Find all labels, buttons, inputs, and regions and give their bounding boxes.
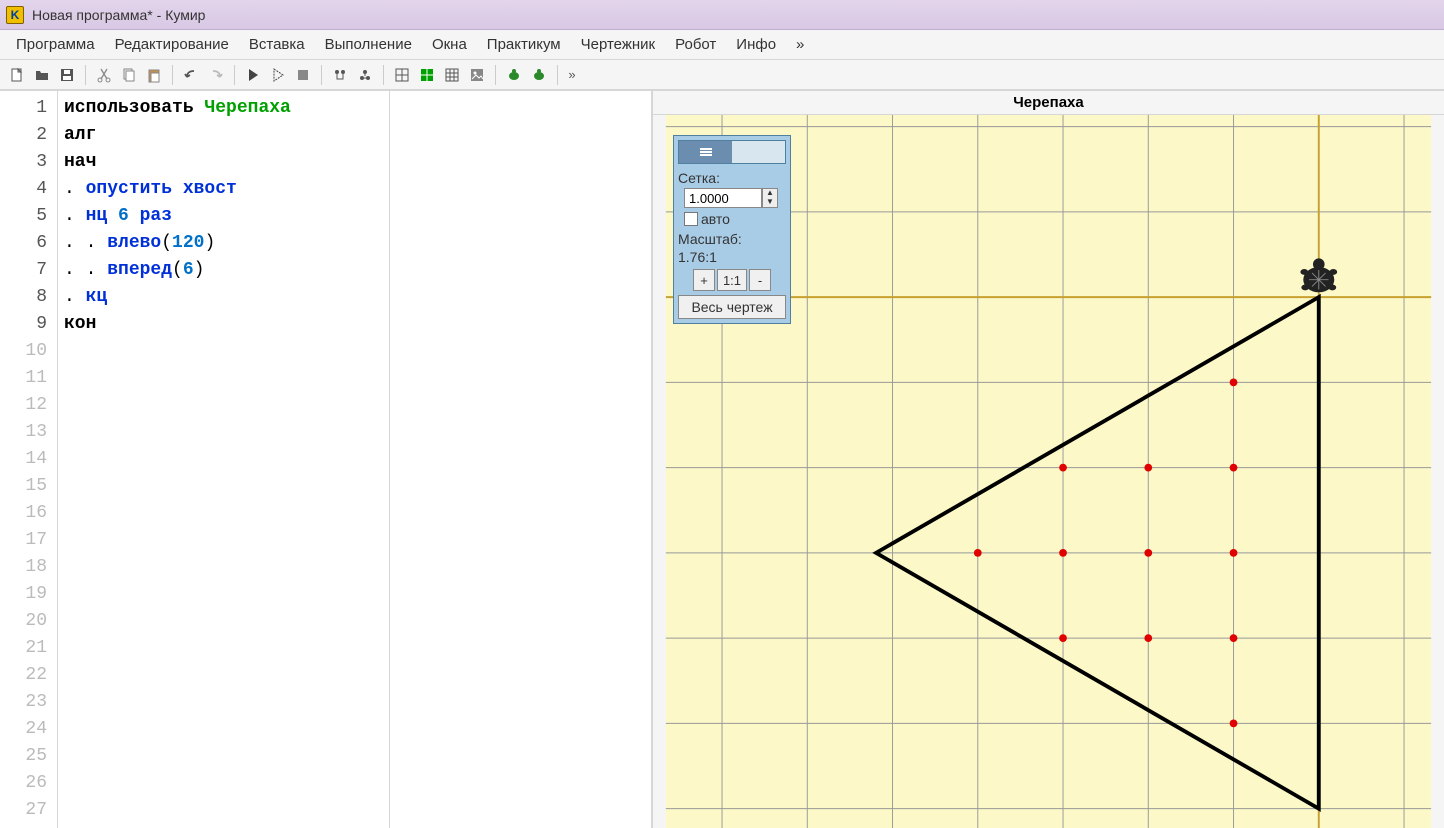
menu-item[interactable]: Робот — [665, 30, 726, 59]
menu-item[interactable]: Инфо — [726, 30, 786, 59]
scale-value: 1.76:1 — [678, 249, 786, 265]
fit-all-button[interactable]: Весь чертеж — [678, 295, 786, 319]
paste-button[interactable] — [143, 64, 165, 86]
grid-label: Сетка: — [678, 170, 786, 186]
turtle-pane: Черепаха Сетка: ▲ ▼ авто — [652, 90, 1444, 828]
menu-item[interactable]: Чертежник — [571, 30, 666, 59]
editor-pane: 1234567891011121314151617181920212223242… — [0, 90, 652, 828]
menu-item[interactable]: Окна — [422, 30, 477, 59]
turtle-title: Черепаха — [653, 91, 1444, 115]
save-file-button[interactable] — [56, 64, 78, 86]
stop-button[interactable] — [292, 64, 314, 86]
code-area[interactable]: использовать Черепахаалгнач. опустить хв… — [58, 91, 389, 828]
menu-item[interactable]: Выполнение — [315, 30, 422, 59]
window-title: Новая программа* - Кумир — [32, 7, 205, 23]
grid-spin-down[interactable]: ▼ — [763, 198, 777, 207]
step-button[interactable] — [267, 64, 289, 86]
menu-item[interactable]: Практикум — [477, 30, 571, 59]
panel-tab-alt[interactable] — [732, 141, 785, 163]
auto-grid-checkbox[interactable] — [684, 212, 698, 226]
menu-item[interactable]: Вставка — [239, 30, 315, 59]
turtle-canvas-wrap: Сетка: ▲ ▼ авто Масштаб: 1.76:1 + 1:1 — [653, 115, 1444, 828]
tool-b-button[interactable] — [354, 64, 376, 86]
panel-tab-menu[interactable] — [679, 141, 732, 163]
toolbar-more-button[interactable]: » — [565, 64, 579, 86]
menu-item[interactable]: Программа — [6, 30, 105, 59]
menu-item[interactable]: » — [786, 30, 814, 59]
auto-grid-label: авто — [701, 211, 730, 227]
titlebar: K Новая программа* - Кумир — [0, 0, 1444, 30]
redo-button[interactable] — [205, 64, 227, 86]
turtle2-button[interactable] — [528, 64, 550, 86]
zoom-in-button[interactable]: + — [693, 269, 715, 291]
code-editor[interactable]: 1234567891011121314151617181920212223242… — [0, 91, 390, 828]
open-file-button[interactable] — [31, 64, 53, 86]
zoom-out-button[interactable]: - — [749, 269, 771, 291]
run-button[interactable] — [242, 64, 264, 86]
grid1-button[interactable] — [391, 64, 413, 86]
zoom-reset-button[interactable]: 1:1 — [717, 269, 747, 291]
tool-a-button[interactable] — [329, 64, 351, 86]
grid2-button[interactable] — [416, 64, 438, 86]
content: 1234567891011121314151617181920212223242… — [0, 90, 1444, 828]
scale-label: Масштаб: — [678, 231, 786, 247]
img-button[interactable] — [466, 64, 488, 86]
turtle-control-panel[interactable]: Сетка: ▲ ▼ авто Масштаб: 1.76:1 + 1:1 — [673, 135, 791, 324]
copy-button[interactable] — [118, 64, 140, 86]
grid-size-input[interactable] — [684, 188, 762, 208]
editor-right-split — [390, 91, 651, 828]
turtle1-button[interactable] — [503, 64, 525, 86]
menu-item[interactable]: Редактирование — [105, 30, 239, 59]
new-file-button[interactable] — [6, 64, 28, 86]
grid3-button[interactable] — [441, 64, 463, 86]
line-gutter: 1234567891011121314151617181920212223242… — [0, 91, 58, 828]
menubar: ПрограммаРедактированиеВставкаВыполнение… — [0, 30, 1444, 60]
cut-button[interactable] — [93, 64, 115, 86]
app-icon: K — [6, 6, 24, 24]
toolbar: » — [0, 60, 1444, 90]
undo-button[interactable] — [180, 64, 202, 86]
